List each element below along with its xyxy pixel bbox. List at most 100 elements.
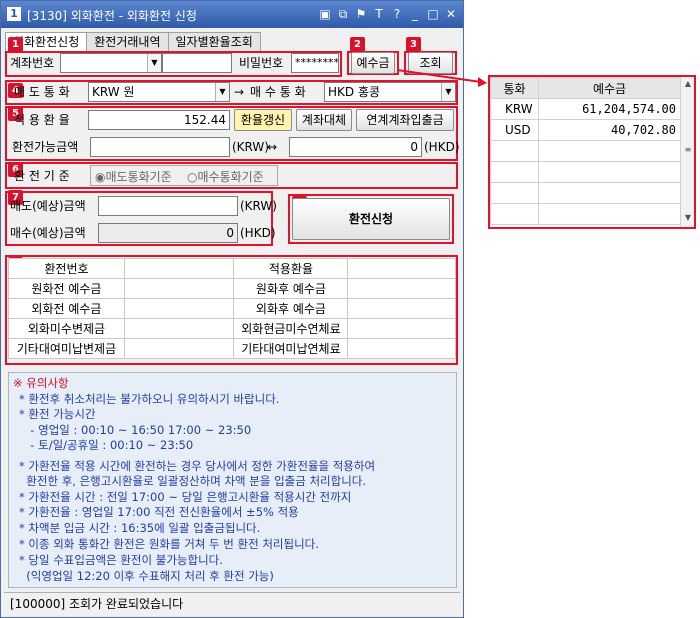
available-hkd-unit: (HKD): [424, 140, 460, 154]
summary-label: 외화전 예수금: [8, 298, 125, 319]
account-label: 계좌번호: [10, 56, 55, 70]
summary-label: 환전번호: [8, 258, 125, 279]
summary-value: [123, 338, 235, 359]
summary-value: [347, 278, 456, 299]
available-amount-label: 환전가능금액: [12, 140, 79, 154]
password-label: 비밀번호: [239, 56, 284, 70]
notice-line: 환전한 후, 은행고시환율로 일괄정산하며 차액 분을 입출금 처리합니다.: [19, 474, 367, 488]
table-row[interactable]: KRW 61,204,574.00: [490, 98, 681, 120]
sell-amount-field[interactable]: [98, 196, 238, 216]
rate-update-button[interactable]: 환율갱신: [234, 109, 292, 131]
table-row: 환전번호 적용환율: [8, 258, 456, 279]
notice-line: * 가환전율 시간 : 전일 17:00 ~ 당일 은행고시환율 적용시간 전까…: [19, 490, 352, 504]
notice-line: * 환전 가능시간: [19, 407, 96, 421]
summary-label: 외화현금미수연체료: [233, 318, 349, 339]
summary-table: 환전번호 적용환율 원화전 예수금 원화후 예수금 외화전 예수금 외화후 예수…: [8, 258, 456, 359]
account-extra-field[interactable]: [162, 53, 232, 73]
notice-line: - 영업일 : 00:10 ~ 16:50 17:00 ~ 23:50: [23, 423, 252, 437]
summary-label: 적용환율: [233, 258, 349, 279]
help-icon[interactable]: ?: [389, 6, 405, 22]
password-field[interactable]: ********: [291, 53, 339, 73]
radio-buy-basis-label: 매수통화기준: [197, 170, 264, 184]
scroll-grip-icon[interactable]: ≡: [681, 145, 695, 154]
popup-scrollbar[interactable]: ▲ ≡ ▼: [680, 77, 694, 227]
window-title: [3130] 외화환전 - 외화환전 신청: [27, 9, 197, 23]
close-icon[interactable]: ✕: [443, 6, 459, 22]
exchange-submit-button[interactable]: 환전신청: [292, 198, 450, 240]
available-krw-field: [90, 137, 230, 157]
table-row: 외화전 예수금 외화후 예수금: [8, 298, 456, 319]
deposit-header-amount: 예수금: [538, 77, 681, 99]
copy-icon[interactable]: ⧉: [335, 6, 351, 22]
swap-icon: ↔: [267, 140, 278, 154]
layout-icon[interactable]: ▣: [317, 6, 333, 22]
tab-exchange-history[interactable]: 환전거래내역: [86, 32, 169, 52]
notice-line: * 가환전율 적용 시간에 환전하는 경우 당사에서 정한 가환전율을 적용하여: [19, 459, 376, 473]
table-row: 기타대여미납변제금 기타대여미납연체료: [8, 338, 456, 359]
currency-arrow: →: [234, 85, 245, 99]
deposit-amount-cell: 40,702.80: [538, 119, 681, 141]
deposit-table: 통화 예수금 KRW 61,204,574.00 USD 40,702.80: [490, 77, 681, 225]
table-row: [490, 140, 681, 162]
radio-buy-basis[interactable]: ○매수통화기준: [187, 168, 264, 185]
badge-1: 1: [8, 37, 23, 52]
notice-line: * 당일 수표입금액은 환전이 불가능합니다.: [19, 553, 223, 567]
chevron-down-icon[interactable]: ▼: [147, 54, 161, 72]
notice-panel: ※ 유의사항 * 환전후 취소처리는 불가하오니 유의하시기 바랍니다. * 환…: [8, 372, 457, 588]
notice-line: - 토/일/공휴일 : 00:10 ~ 23:50: [23, 438, 194, 452]
sell-currency-value: KRW 원: [92, 85, 135, 99]
chevron-down-icon[interactable]: ▼: [441, 83, 455, 101]
account-number-combo[interactable]: ▼: [60, 53, 162, 73]
deposit-currency-cell: KRW: [490, 98, 539, 120]
notice-line: * 이종 외화 통화간 환전은 원화를 거쳐 두 번 환전 처리됩니다.: [19, 537, 319, 551]
summary-value: [123, 258, 235, 279]
tab-bar: 외화환전신청 환전거래내역 일자별환율조회: [5, 32, 261, 53]
sell-amount-unit: (KRW): [240, 199, 277, 213]
title-bar[interactable]: 1 [3130] 외화환전 - 외화환전 신청 ▣ ⧉ ⚑ T ? _ □ ✕: [1, 1, 463, 28]
linked-account-button[interactable]: 연계계좌입출금: [356, 109, 454, 131]
summary-value: [347, 318, 456, 339]
account-transfer-button[interactable]: 계좌대체: [296, 109, 352, 131]
maximize-icon[interactable]: □: [425, 6, 441, 22]
deposit-currency-cell: USD: [490, 119, 539, 141]
table-row: [490, 161, 681, 183]
badge-2: 2: [350, 37, 365, 52]
pin-icon[interactable]: ⚑: [353, 6, 369, 22]
table-row[interactable]: USD 40,702.80: [490, 119, 681, 141]
deposit-amount-cell: 61,204,574.00: [538, 98, 681, 120]
table-row: 외화미수변제금 외화현금미수연체료: [8, 318, 456, 339]
notice-line: * 환전후 취소처리는 불가하오니 유의하시기 바랍니다.: [19, 392, 280, 406]
radio-sell-basis[interactable]: ◉매도통화기준: [95, 168, 172, 185]
summary-value: [347, 338, 456, 359]
basis-radio-group: ◉매도통화기준 ○매수통화기준: [90, 165, 278, 186]
summary-label: 외화미수변제금: [8, 318, 125, 339]
table-row: 통화 예수금: [490, 77, 681, 99]
table-row: 원화전 예수금 원화후 예수금: [8, 278, 456, 299]
summary-label: 원화후 예수금: [233, 278, 349, 299]
summary-label: 원화전 예수금: [8, 278, 125, 299]
summary-value: [347, 298, 456, 319]
sell-currency-label: 매 도 통 화: [14, 85, 70, 99]
chevron-down-icon[interactable]: ▼: [215, 83, 229, 101]
summary-label: 외화후 예수금: [233, 298, 349, 319]
table-row: [490, 203, 681, 225]
scroll-down-icon[interactable]: ▼: [681, 213, 695, 222]
status-bar: [100000] 조회가 완료되었습니다: [4, 592, 460, 614]
window-id-icon: 1: [7, 7, 21, 21]
badge-3: 3: [406, 37, 421, 52]
text-icon[interactable]: T: [371, 6, 387, 22]
scroll-up-icon[interactable]: ▲: [681, 79, 695, 88]
buy-currency-value: HKD 홍콩: [328, 85, 381, 99]
sell-currency-combo[interactable]: KRW 원 ▼: [88, 82, 230, 102]
basis-label: 환 전 기 준: [14, 169, 70, 183]
minimize-icon[interactable]: _: [407, 6, 423, 22]
deposit-button[interactable]: 예수금: [351, 52, 395, 74]
buy-amount-field: 0: [98, 223, 238, 243]
buy-currency-combo[interactable]: HKD 홍콩 ▼: [324, 82, 456, 102]
summary-value: [123, 278, 235, 299]
buy-amount-label: 매수(예상)금액: [10, 226, 86, 240]
tab-daily-rate[interactable]: 일자별환율조회: [167, 32, 261, 52]
summary-value: [123, 318, 235, 339]
applied-rate-field: 152.44: [88, 110, 230, 130]
radio-sell-basis-label: 매도통화기준: [105, 170, 172, 184]
